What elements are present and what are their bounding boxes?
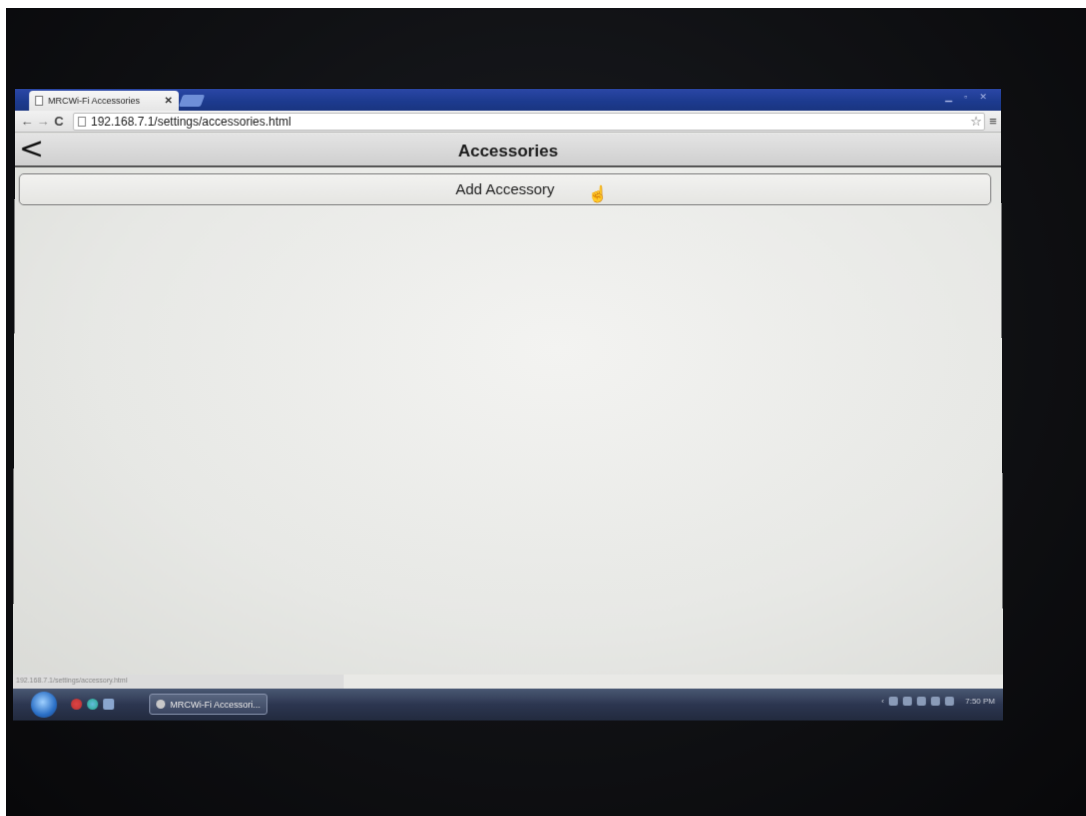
hamburger-menu-icon[interactable]: ≡ bbox=[985, 114, 1001, 129]
minimize-icon[interactable]: ▁ bbox=[945, 92, 952, 103]
windows-taskbar: MRCWi-Fi Accessori... ‹ 7:50 PM bbox=[12, 688, 1004, 721]
clock[interactable]: 7:50 PM bbox=[965, 697, 995, 706]
tray-icon[interactable] bbox=[917, 696, 927, 706]
page-header: < Accessories bbox=[14, 132, 1002, 168]
browser-tab[interactable]: MRCWi-Fi Accessories ✕ bbox=[29, 90, 179, 111]
address-bar: ← → C 192.168.7.1/settings/accessories.h… bbox=[15, 110, 1001, 133]
explorer-pinned-icon[interactable] bbox=[103, 698, 115, 710]
reload-icon[interactable]: C bbox=[51, 114, 67, 129]
tab-close-icon[interactable]: ✕ bbox=[164, 95, 172, 106]
tray-expand-icon[interactable]: ‹ bbox=[881, 697, 884, 706]
windows-start-orb-icon[interactable] bbox=[30, 691, 58, 718]
new-tab-button[interactable] bbox=[178, 94, 205, 107]
page-icon bbox=[77, 116, 86, 127]
monitor-photo: MRCWi-Fi Accessories ✕ ▁ ▫ ✕ ← → C 192.1… bbox=[6, 8, 1086, 816]
add-accessory-button[interactable]: Add Accessory bbox=[18, 173, 992, 206]
ie-pinned-icon[interactable] bbox=[87, 698, 99, 710]
close-window-icon[interactable]: ✕ bbox=[979, 92, 987, 103]
tray-icon[interactable] bbox=[903, 696, 913, 706]
chrome-pinned-icon[interactable] bbox=[71, 698, 83, 710]
tab-title: MRCWi-Fi Accessories bbox=[48, 95, 140, 106]
url-text: 192.168.7.1/settings/accessories.html bbox=[90, 114, 292, 129]
window-controls: ▁ ▫ ✕ bbox=[945, 92, 987, 103]
system-tray: ‹ 7:50 PM bbox=[881, 696, 995, 706]
maximize-icon[interactable]: ▫ bbox=[964, 92, 967, 103]
forward-arrow-icon[interactable]: → bbox=[35, 114, 51, 129]
monitor-screen: MRCWi-Fi Accessories ✕ ▁ ▫ ✕ ← → C 192.1… bbox=[12, 88, 1004, 721]
status-bar-url: 192.168.7.1/settings/accessory.html bbox=[12, 674, 344, 689]
taskbar-item-label: MRCWi-Fi Accessori... bbox=[170, 699, 261, 710]
hand-cursor-icon: ☝ bbox=[587, 186, 608, 204]
tray-icon[interactable] bbox=[889, 696, 899, 706]
back-arrow-icon[interactable]: ← bbox=[19, 114, 35, 129]
taskbar-item-chrome[interactable]: MRCWi-Fi Accessori... bbox=[149, 693, 268, 715]
chrome-icon bbox=[156, 699, 166, 709]
web-page: < Accessories Add Accessory ☝ bbox=[13, 132, 1003, 675]
page-title: Accessories bbox=[457, 141, 559, 161]
star-icon[interactable]: ☆ bbox=[970, 113, 982, 129]
url-field[interactable]: 192.168.7.1/settings/accessories.html ☆ bbox=[72, 112, 986, 131]
photo-frame: MRCWi-Fi Accessories ✕ ▁ ▫ ✕ ← → C 192.1… bbox=[0, 0, 1086, 816]
browser-tab-strip: MRCWi-Fi Accessories ✕ ▁ ▫ ✕ bbox=[15, 88, 1001, 111]
network-icon[interactable] bbox=[931, 696, 941, 706]
page-icon bbox=[35, 95, 44, 106]
volume-icon[interactable] bbox=[945, 696, 955, 706]
